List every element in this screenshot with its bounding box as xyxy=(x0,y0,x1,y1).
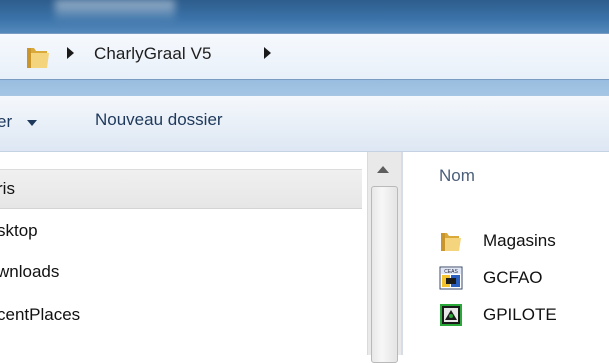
folder-icon xyxy=(441,233,461,251)
nav-scrollbar[interactable] xyxy=(367,152,401,363)
breadcrumb-current[interactable]: CharlyGraal V5 xyxy=(94,44,212,64)
folder-icon xyxy=(27,48,49,68)
nav-item[interactable]: sktop xyxy=(0,212,362,250)
nav-item[interactable]: ris xyxy=(0,169,362,209)
list-item[interactable]: Magasins xyxy=(439,225,609,255)
column-header-name[interactable]: Nom xyxy=(439,166,475,186)
chevron-down-icon[interactable] xyxy=(27,120,37,126)
scrollbar-thumb[interactable] xyxy=(371,186,398,363)
nav-item[interactable]: centPlaces xyxy=(0,296,362,334)
organize-button[interactable]: er xyxy=(0,112,12,132)
file-name: Magasins xyxy=(483,231,556,250)
svg-text:CEAS: CEAS xyxy=(444,269,458,275)
nav-item-label: wnloads xyxy=(0,262,60,281)
title-glare xyxy=(55,0,175,22)
scroll-up-arrow-icon[interactable] xyxy=(377,166,389,173)
file-name: GCFAO xyxy=(483,268,543,287)
nav-item-label: centPlaces xyxy=(0,305,81,324)
breadcrumb-chevron-icon[interactable] xyxy=(264,47,271,59)
list-item[interactable]: CEAS GCFAO xyxy=(439,262,609,292)
gcfao-app-icon: CEAS xyxy=(439,266,463,290)
nav-item-label: sktop xyxy=(0,221,38,240)
command-toolbar: er Nouveau dossier xyxy=(0,96,609,152)
list-item[interactable]: GPILOTE xyxy=(439,299,609,329)
address-bar[interactable]: CharlyGraal V5 xyxy=(0,33,609,80)
breadcrumb-root-chevron-icon[interactable] xyxy=(67,47,74,59)
gpilote-app-icon xyxy=(440,304,462,326)
file-name: GPILOTE xyxy=(483,305,557,324)
file-list: Nom Magasins CEAS GCFAO GPILOTE xyxy=(403,152,609,355)
nav-item[interactable]: wnloads xyxy=(0,253,362,291)
navigation-pane: ris sktop wnloads centPlaces xyxy=(0,152,367,355)
new-folder-button[interactable]: Nouveau dossier xyxy=(95,110,223,130)
nav-item-label: ris xyxy=(0,179,15,198)
